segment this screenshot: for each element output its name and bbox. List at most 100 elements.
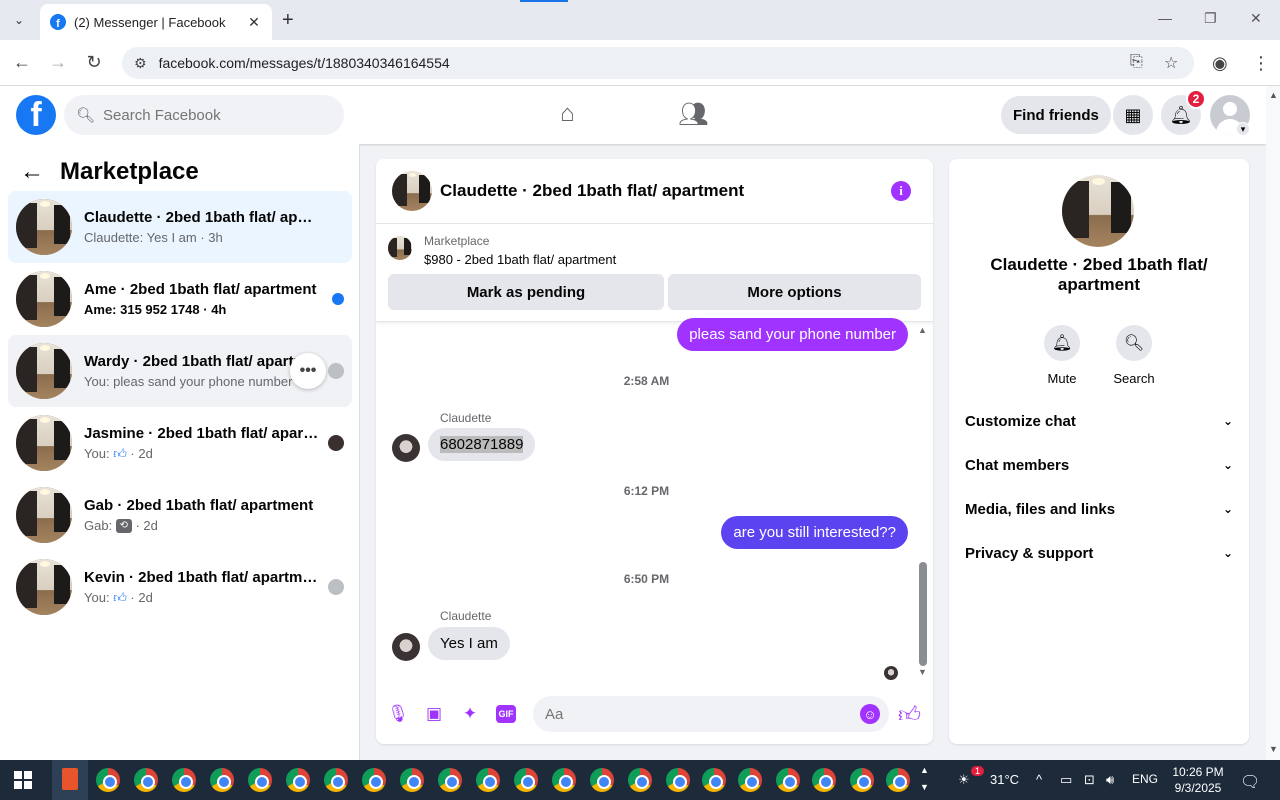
scroll-up-icon[interactable]: ▲ <box>918 325 927 335</box>
forward-icon[interactable]: → <box>47 52 69 73</box>
taskbar-active-app[interactable] <box>52 760 88 800</box>
incoming-message[interactable]: 6802871889 <box>428 428 536 461</box>
scroll-thumb[interactable] <box>919 562 927 666</box>
chrome-icon[interactable] <box>590 768 614 792</box>
scroll-down-icon[interactable]: ▼ <box>918 667 927 677</box>
back-icon[interactable]: ← <box>11 52 33 73</box>
section-chat-members[interactable]: Chat members ⌄ <box>957 443 1241 487</box>
section-media-files-links[interactable]: Media, files and links ⌄ <box>957 487 1241 531</box>
chrome-icon[interactable] <box>134 768 158 792</box>
scroll-down-icon[interactable]: ▼ <box>1269 744 1278 754</box>
search-input[interactable] <box>103 106 324 124</box>
bookmark-star-icon[interactable]: ☆ <box>1164 53 1178 73</box>
outgoing-message[interactable]: are you still interested?? <box>721 516 908 549</box>
chat-title[interactable]: Claudette · 2bed 1bath flat/ apartment <box>440 181 744 201</box>
conversation-gab[interactable]: Gab · 2bed 1bath flat/ apartment Gab: ⟲ ·… <box>8 479 352 551</box>
close-window-icon[interactable]: ✕ <box>1250 10 1262 27</box>
install-app-icon[interactable]: ⎘ <box>1130 53 1143 71</box>
conversation-claudette[interactable]: Claudette · 2bed 1bath flat/ apart... Cla… <box>8 191 352 263</box>
conversation-wardy[interactable]: Wardy · 2bed 1bath flat/ apartm You: plea… <box>8 335 352 407</box>
search-action[interactable]: 🔍︎ Search <box>1104 325 1164 386</box>
profile-icon[interactable]: ◉ <box>1212 53 1228 74</box>
like-thumbs-up-icon[interactable]: 👍︎ <box>898 701 921 728</box>
sender-avatar[interactable] <box>392 633 420 661</box>
info-icon[interactable]: i <box>891 181 911 201</box>
facebook-search[interactable]: 🔍︎ <box>64 95 344 135</box>
gif-icon[interactable]: GIF <box>496 705 516 723</box>
conversation-more-options-button[interactable]: ••• <box>290 353 326 389</box>
chrome-icon[interactable] <box>210 768 234 792</box>
close-tab-icon[interactable]: ✕ <box>246 14 262 31</box>
chrome-icon[interactable] <box>850 768 874 792</box>
chrome-icon[interactable] <box>248 768 272 792</box>
sticker-icon[interactable]: ✦ <box>459 703 481 725</box>
reload-icon[interactable]: ↻ <box>83 52 105 73</box>
microphone-icon[interactable]: 🎙︎ <box>387 703 409 725</box>
chrome-icon[interactable] <box>96 768 120 792</box>
volume-icon[interactable]: 🔊︎ <box>1106 772 1114 788</box>
taskbar-scroll-icon[interactable]: ▲ ▼ <box>920 762 929 796</box>
facebook-logo-icon[interactable]: f <box>16 95 56 135</box>
site-info-icon[interactable]: ⚙ <box>134 55 147 72</box>
outgoing-message[interactable]: pleas sand your phone number <box>677 318 908 351</box>
contact-thumbnail[interactable] <box>1062 175 1134 247</box>
chrome-icon[interactable] <box>286 768 310 792</box>
incoming-message[interactable]: Yes I am <box>428 627 510 660</box>
account-chevron-down-icon[interactable]: ▾ <box>1236 122 1250 136</box>
sender-avatar[interactable] <box>392 434 420 462</box>
new-tab-icon[interactable]: + <box>282 9 294 32</box>
page-scrollbar[interactable]: ▲ ▼ <box>1266 86 1280 760</box>
more-options-button[interactable]: More options <box>668 274 921 310</box>
browser-menu-icon[interactable]: ⋮ <box>1252 53 1270 74</box>
scroll-up-icon[interactable]: ▲ <box>1269 90 1278 100</box>
chrome-icon[interactable] <box>514 768 538 792</box>
section-privacy-support[interactable]: Privacy & support ⌄ <box>957 531 1241 575</box>
chrome-icon[interactable] <box>324 768 348 792</box>
show-hidden-icons-icon[interactable]: ^ <box>1036 772 1042 787</box>
network-icon[interactable]: ⊡ <box>1084 772 1095 788</box>
notification-center-icon[interactable]: 🗨︎ <box>1240 772 1260 792</box>
chrome-icon[interactable] <box>552 768 576 792</box>
chrome-icon[interactable] <box>666 768 690 792</box>
chrome-icon[interactable] <box>362 768 386 792</box>
chrome-icon[interactable] <box>702 768 726 792</box>
chrome-icon[interactable] <box>812 768 836 792</box>
minimize-icon[interactable]: — <box>1158 10 1172 26</box>
omnibox[interactable]: ⚙ facebook.com/messages/t/18803403461645… <box>122 47 1194 79</box>
chrome-icon[interactable] <box>476 768 500 792</box>
browser-tab[interactable]: f (2) Messenger | Facebook ✕ <box>40 4 272 40</box>
section-customize-chat[interactable]: Customize chat ⌄ <box>957 399 1241 443</box>
taskbar-clock[interactable]: 10:26 PM 9/3/2025 <box>1168 764 1228 796</box>
back-arrow-icon[interactable]: ← <box>20 158 44 186</box>
chrome-icon[interactable] <box>400 768 424 792</box>
search-icon[interactable]: 🔍︎ <box>1116 325 1152 361</box>
message-input[interactable] <box>533 696 889 732</box>
weather-icon[interactable]: ☀ <box>958 772 970 788</box>
conversation-kevin[interactable]: Kevin · 2bed 1bath flat/ apartme... You: … <box>8 551 352 623</box>
bell-icon[interactable]: 🔔︎ <box>1044 325 1080 361</box>
restore-icon[interactable]: ❐ <box>1204 10 1217 27</box>
listing-title[interactable]: $980 - 2bed 1bath flat/ apartment <box>424 252 616 267</box>
chat-scrollbar[interactable]: ▲ ▼ <box>917 325 929 677</box>
photo-icon[interactable]: ▣ <box>423 703 445 725</box>
language-indicator[interactable]: ENG <box>1132 772 1158 786</box>
conversation-ame[interactable]: Ame · 2bed 1bath flat/ apartment Ame: 315… <box>8 263 352 335</box>
chrome-icon[interactable] <box>886 768 910 792</box>
meet-now-icon[interactable]: ▭ <box>1060 772 1072 788</box>
chat-header-thumbnail[interactable] <box>392 171 432 211</box>
chrome-icon[interactable] <box>172 768 196 792</box>
chrome-icon[interactable] <box>438 768 462 792</box>
find-friends-button[interactable]: Find friends <box>1001 96 1111 134</box>
chrome-icon[interactable] <box>628 768 652 792</box>
tab-search-icon[interactable]: ⌄ <box>6 8 32 32</box>
windows-start-icon[interactable] <box>14 771 32 789</box>
conversation-jasmine[interactable]: Jasmine · 2bed 1bath flat/ apart... You: … <box>8 407 352 479</box>
mute-action[interactable]: 🔔︎ Mute <box>1032 325 1092 386</box>
listing-small-thumbnail[interactable] <box>388 236 412 260</box>
friends-icon[interactable]: 👥︎ <box>678 100 708 129</box>
chrome-icon[interactable] <box>776 768 800 792</box>
emoji-icon[interactable]: ☺ <box>860 704 880 724</box>
mark-as-pending-button[interactable]: Mark as pending <box>388 274 664 310</box>
home-icon[interactable]: ⌂ <box>560 100 575 128</box>
chrome-icon[interactable] <box>738 768 762 792</box>
